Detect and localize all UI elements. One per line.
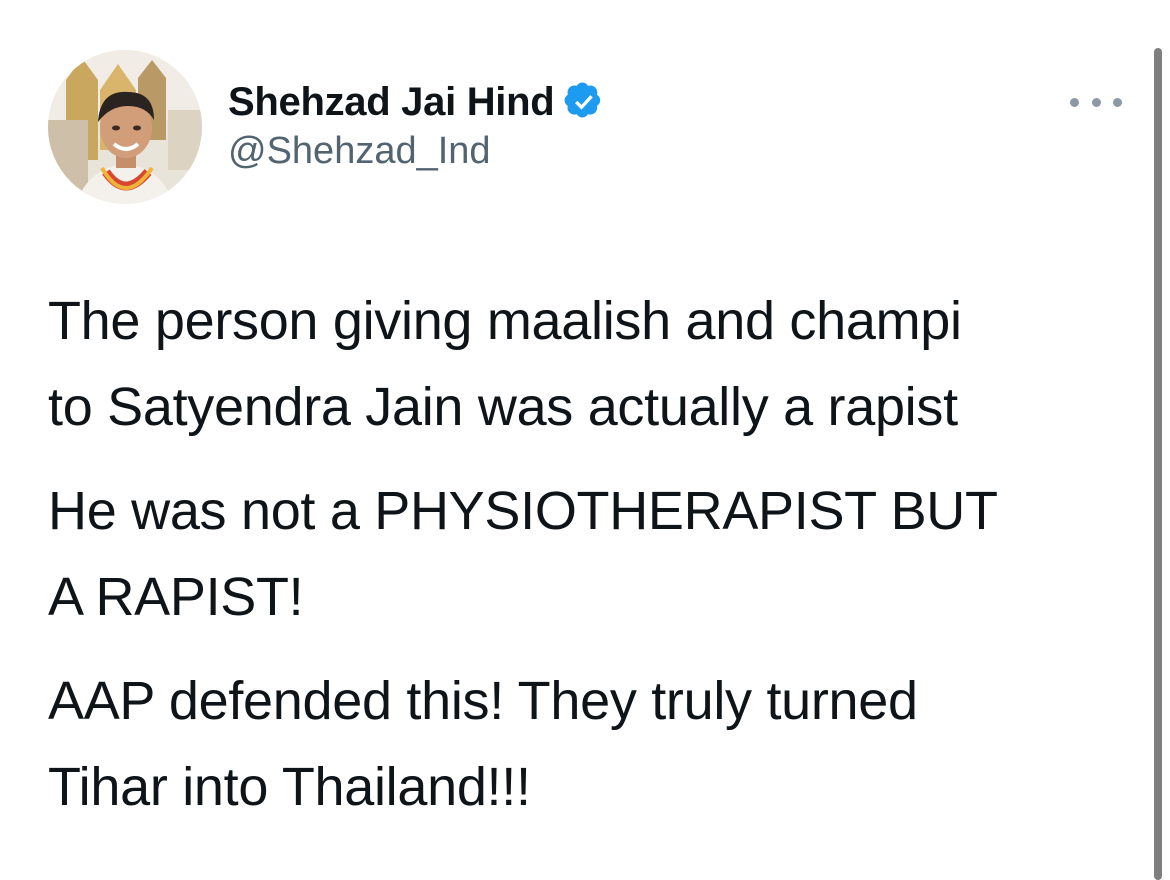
- tweet-paragraph: The person giving maalish and champi to …: [48, 291, 962, 437]
- avatar[interactable]: [48, 50, 202, 204]
- tweet-text: The person giving maalish and champi to …: [48, 278, 1138, 848]
- more-options-icon: [1070, 97, 1079, 107]
- profile-photo-icon: [48, 50, 202, 204]
- display-name[interactable]: Shehzad Jai Hind: [228, 80, 555, 125]
- tweet-paragraph: He was not a PHYSIOTHERAPIST BUT A RAPIS…: [48, 481, 998, 627]
- verified-badge-icon: [564, 82, 604, 122]
- author-name-row[interactable]: Shehzad Jai Hind: [228, 76, 604, 128]
- tweet: Shehzad Jai Hind @Shehzad_Ind The person…: [0, 0, 1170, 880]
- scrollbar[interactable]: [1154, 48, 1162, 880]
- more-options-icon-dot: [1113, 97, 1122, 107]
- author-handle[interactable]: @Shehzad_Ind: [228, 130, 491, 173]
- more-options-icon-dot: [1091, 97, 1101, 107]
- more-options-button[interactable]: [1070, 90, 1122, 114]
- tweet-paragraph: AAP defended this! They truly turned Tih…: [48, 671, 918, 817]
